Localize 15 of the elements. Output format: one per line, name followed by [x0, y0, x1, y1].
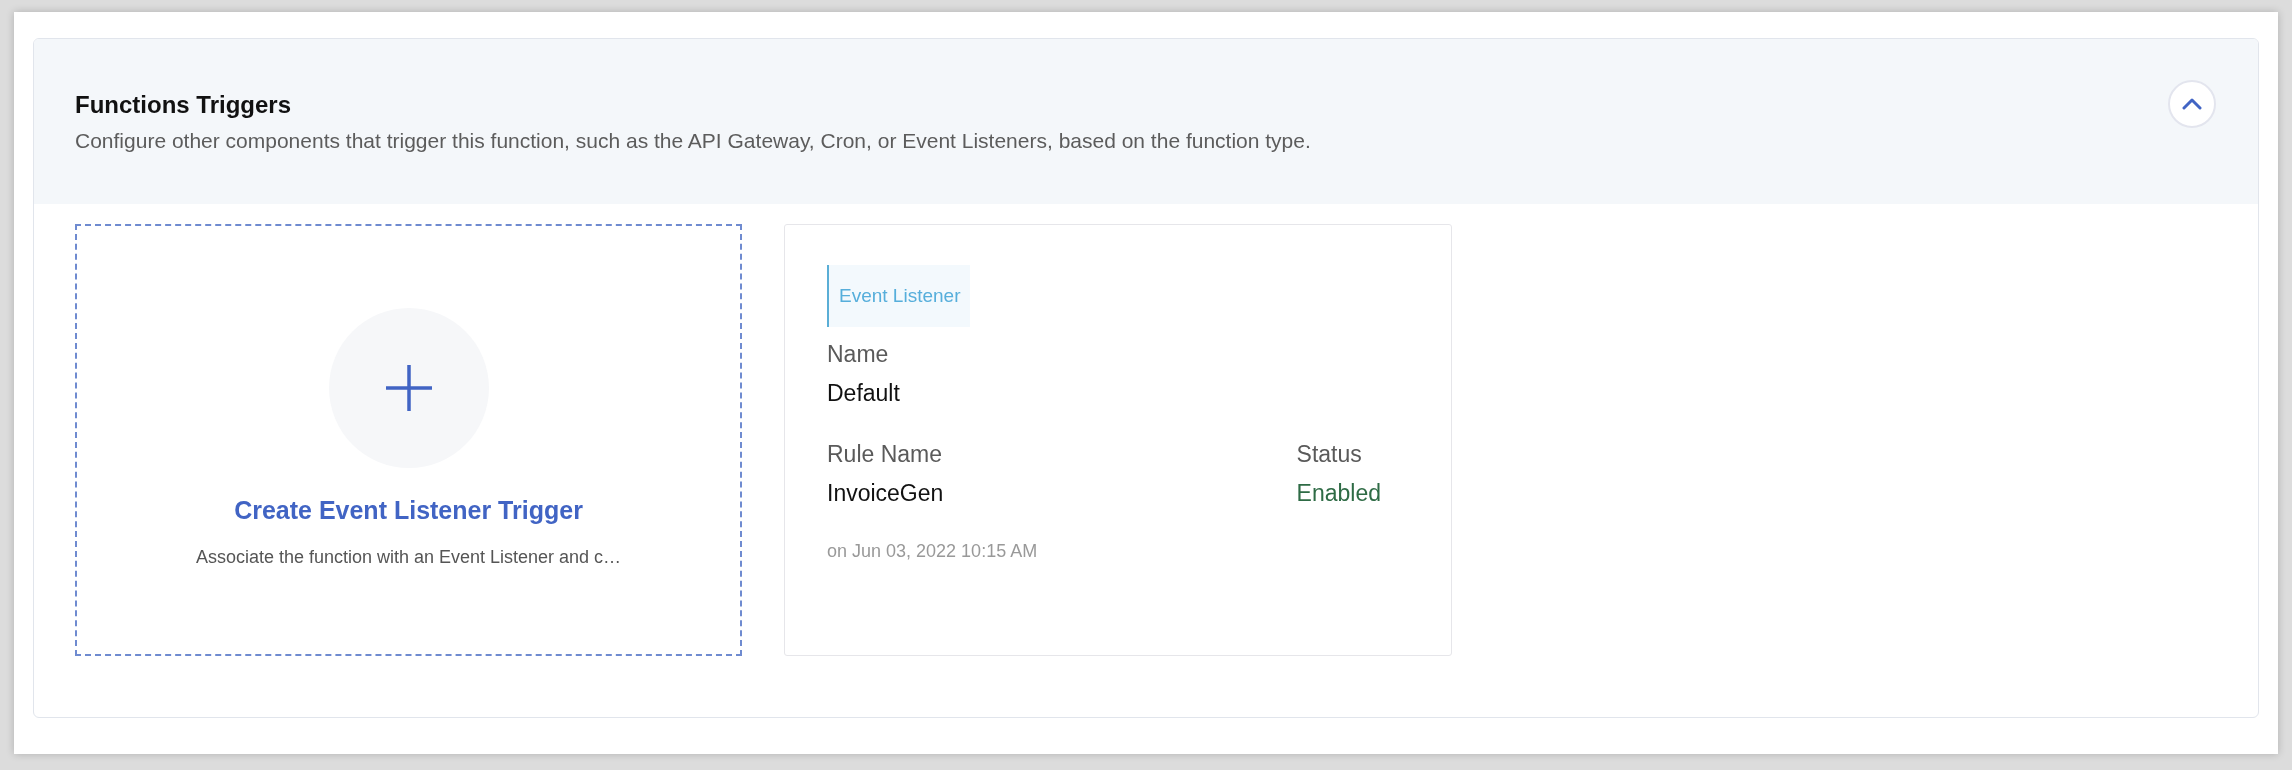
section-title: Functions Triggers — [75, 90, 293, 119]
chevron-up-icon — [2182, 97, 2202, 110]
field-label: Name — [827, 341, 890, 368]
field-label: Rule Name — [827, 441, 944, 468]
collapse-button[interactable] — [2168, 79, 2216, 128]
section-description: Configure other components that trigger this function, such as the API Gateway, Cron, or Event Listeners, based on the function type. — [75, 128, 1312, 153]
timestamp: on Jun 03, 2022 10:15 AM — [827, 541, 1039, 562]
create-trigger-card[interactable]: Create Event Listener Trigger Associate the function with an Event Listener and c… — [75, 224, 742, 656]
status-value: Enabled — [1296, 480, 1381, 507]
create-trigger-description: Associate the function with an Event Listener and c… — [194, 547, 623, 568]
field-value: InvoiceGen — [827, 480, 944, 507]
create-trigger-title: Create Event Listener Trigger — [234, 496, 583, 525]
field-value: Default — [827, 380, 901, 407]
field-label: Status — [1296, 441, 1363, 468]
trigger-type-tag: Event Listener — [827, 265, 971, 327]
